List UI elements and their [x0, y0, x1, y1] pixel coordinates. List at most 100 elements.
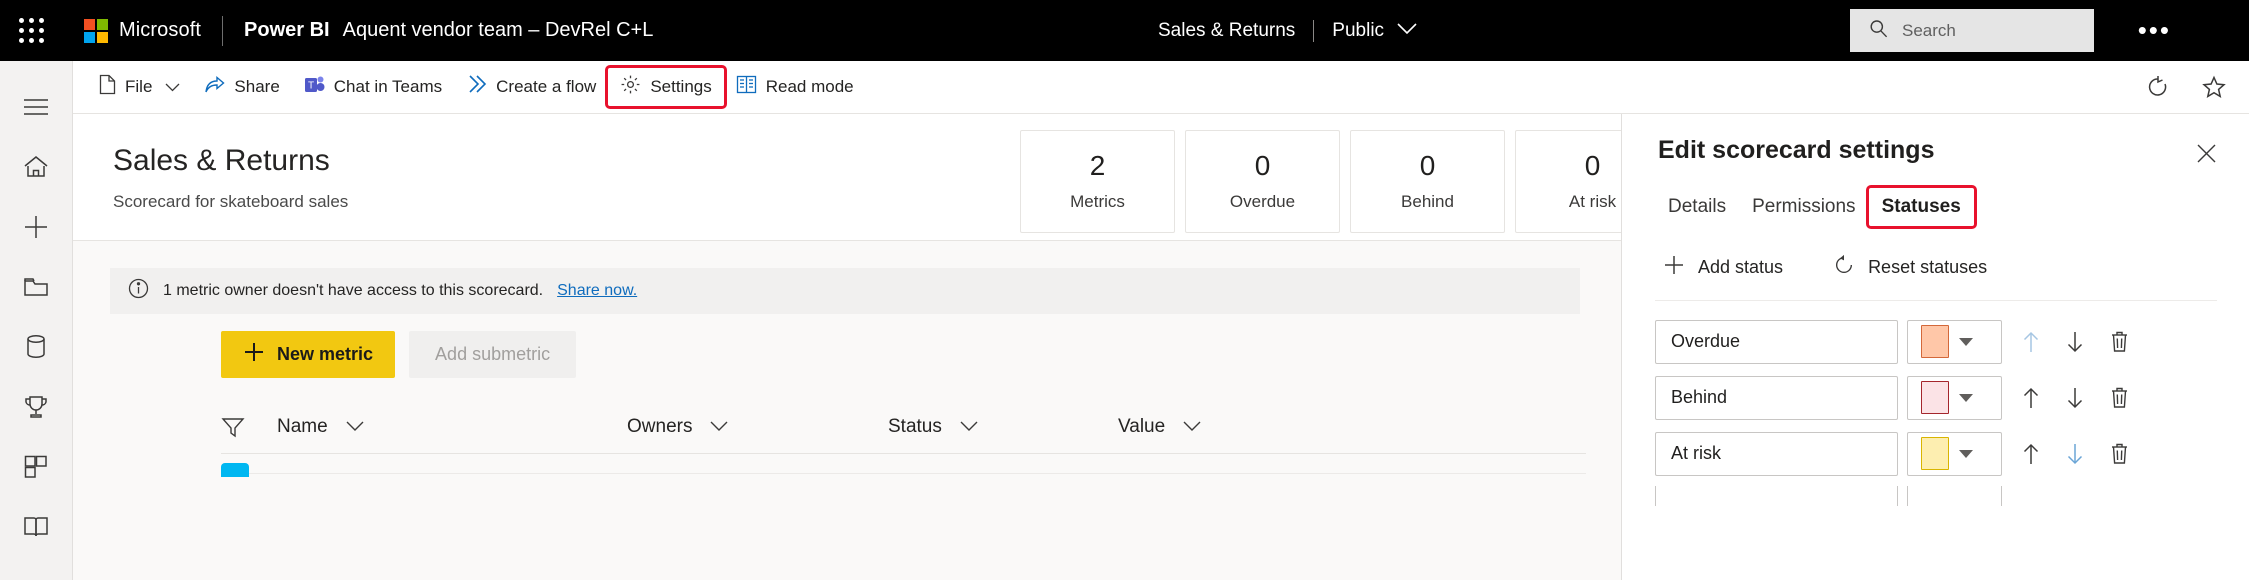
- breadcrumb-item-title[interactable]: Sales & Returns: [1158, 20, 1295, 42]
- microsoft-logo[interactable]: Microsoft: [62, 19, 201, 43]
- kpi-label: Metrics: [1070, 192, 1125, 212]
- add-status-button[interactable]: Add status: [1655, 248, 1791, 287]
- power-automate-icon: [466, 74, 487, 100]
- sidebar-item-create[interactable]: [0, 197, 73, 257]
- move-status-up-button[interactable]: [2012, 379, 2050, 417]
- move-status-up-button[interactable]: [2012, 435, 2050, 473]
- chevron-down-icon: [1959, 338, 1973, 346]
- toolbar-create-a-flow-label: Create a flow: [496, 77, 596, 97]
- microsoft-wordmark: Microsoft: [119, 19, 201, 42]
- status-row: Overdue: [1655, 318, 2222, 365]
- table-row-accent-marker: [221, 463, 249, 477]
- delete-status-button[interactable]: [2100, 379, 2138, 417]
- tab-details[interactable]: Details: [1655, 188, 1739, 226]
- kpi-card-metrics[interactable]: 2 Metrics: [1020, 130, 1175, 233]
- toolbar-chat-in-teams-button[interactable]: T Chat in Teams: [292, 68, 454, 106]
- column-header-owners[interactable]: Owners: [627, 416, 728, 438]
- status-color-picker[interactable]: [1907, 486, 2002, 506]
- toolbar-settings-label: Settings: [650, 77, 711, 97]
- info-icon: [128, 278, 149, 304]
- close-icon[interactable]: [2191, 138, 2221, 168]
- sidebar-item-apps[interactable]: [0, 437, 73, 497]
- create-plus-icon: [23, 214, 49, 240]
- workspace-name[interactable]: Aquent vendor team – DevRel C+L: [343, 19, 654, 42]
- teams-icon: T: [304, 74, 325, 100]
- tab-statuses[interactable]: Statuses: [1869, 188, 1974, 226]
- toolbar-share-button[interactable]: Share: [192, 68, 291, 106]
- chevron-down-icon[interactable]: [1397, 22, 1417, 40]
- delete-status-button[interactable]: [2100, 435, 2138, 473]
- sidebar-item-goals[interactable]: [0, 377, 73, 437]
- sidebar-item-home[interactable]: [0, 137, 73, 197]
- toolbar-settings-button[interactable]: Settings: [608, 68, 723, 106]
- topbar-more-icon[interactable]: •••: [2138, 16, 2171, 44]
- kpi-card-behind[interactable]: 0 Behind: [1350, 130, 1505, 233]
- move-status-up-button[interactable]: [2012, 323, 2050, 361]
- filter-icon[interactable]: [221, 416, 245, 443]
- column-header-label: Status: [888, 416, 942, 438]
- favorite-star-icon[interactable]: [2197, 70, 2231, 104]
- move-status-down-button[interactable]: [2056, 323, 2094, 361]
- refresh-icon[interactable]: [2141, 70, 2175, 104]
- reset-statuses-button[interactable]: Reset statuses: [1825, 248, 1995, 287]
- move-status-down-button[interactable]: [2056, 379, 2094, 417]
- chevron-down-icon: [960, 416, 978, 438]
- power-bi-scorecard-app: Microsoft Power BI Aquent vendor team – …: [0, 0, 2249, 580]
- scorecard-header: Sales & Returns Scorecard for skateboard…: [73, 114, 1621, 241]
- toolbar-create-a-flow-button[interactable]: Create a flow: [454, 68, 608, 106]
- search-input[interactable]: Search: [1850, 9, 2094, 52]
- kpi-label: Behind: [1401, 192, 1454, 212]
- learn-book-icon: [23, 515, 49, 539]
- chevron-down-icon: [1959, 450, 1973, 458]
- left-navigation-rail: [0, 61, 73, 580]
- sidebar-item-browse[interactable]: [0, 257, 73, 317]
- access-warning-banner: 1 metric owner doesn't have access to th…: [110, 268, 1580, 314]
- access-warning-text: 1 metric owner doesn't have access to th…: [163, 282, 543, 300]
- delete-status-button[interactable]: [2100, 323, 2138, 361]
- edit-scorecard-settings-panel: Edit scorecard settings Details Permissi…: [1621, 114, 2249, 580]
- sidebar-item-learn[interactable]: [0, 497, 73, 557]
- color-swatch: [1921, 437, 1949, 470]
- toolbar-right-actions: [2141, 70, 2231, 104]
- column-header-status[interactable]: Status: [888, 416, 978, 438]
- status-name-input[interactable]: [1655, 486, 1898, 506]
- status-name-input[interactable]: At risk: [1655, 432, 1898, 476]
- panel-divider: [1655, 300, 2217, 301]
- sidebar-item-hamburger[interactable]: [0, 77, 73, 137]
- sidebar-item-data-hub[interactable]: [0, 317, 73, 377]
- column-header-label: Value: [1118, 416, 1165, 438]
- toolbar-file-label: File: [125, 77, 152, 97]
- microsoft-squares-icon: [84, 19, 108, 43]
- add-submetric-button[interactable]: Add submetric: [409, 331, 576, 378]
- page-title: Sales & Returns: [113, 144, 330, 178]
- status-name-input[interactable]: Behind: [1655, 376, 1898, 420]
- status-color-picker[interactable]: [1907, 432, 2002, 476]
- toolbar-share-label: Share: [234, 77, 279, 97]
- toolbar-read-mode-button[interactable]: Read mode: [724, 68, 866, 106]
- app-launcher-icon[interactable]: [0, 0, 62, 61]
- search-icon: [1869, 19, 1888, 43]
- plus-icon: [1663, 254, 1685, 281]
- share-now-link[interactable]: Share now.: [557, 282, 637, 300]
- chevron-down-icon: [165, 77, 180, 97]
- status-color-picker[interactable]: [1907, 320, 2002, 364]
- chevron-down-icon: [1183, 416, 1201, 438]
- column-header-value[interactable]: Value: [1118, 416, 1201, 438]
- hamburger-icon: [23, 98, 49, 116]
- status-list: Overdue Behind: [1655, 318, 2222, 506]
- kpi-card-overdue[interactable]: 0 Overdue: [1185, 130, 1340, 233]
- visibility-label[interactable]: Public: [1332, 20, 1384, 42]
- column-header-name[interactable]: Name: [277, 416, 364, 438]
- status-color-picker[interactable]: [1907, 376, 2002, 420]
- reset-statuses-label: Reset statuses: [1868, 257, 1987, 278]
- move-status-down-button[interactable]: [2056, 435, 2094, 473]
- status-name-input[interactable]: Overdue: [1655, 320, 1898, 364]
- topbar-divider: [222, 16, 223, 46]
- tab-permissions[interactable]: Permissions: [1739, 188, 1868, 226]
- metrics-table-header: Name Owners Status Value: [221, 400, 1586, 454]
- add-submetric-label: Add submetric: [435, 344, 550, 365]
- new-metric-button[interactable]: New metric: [221, 331, 395, 378]
- power-bi-brand[interactable]: Power BI: [244, 19, 330, 42]
- chevron-down-icon: [710, 416, 728, 438]
- toolbar-file-button[interactable]: File: [87, 68, 192, 106]
